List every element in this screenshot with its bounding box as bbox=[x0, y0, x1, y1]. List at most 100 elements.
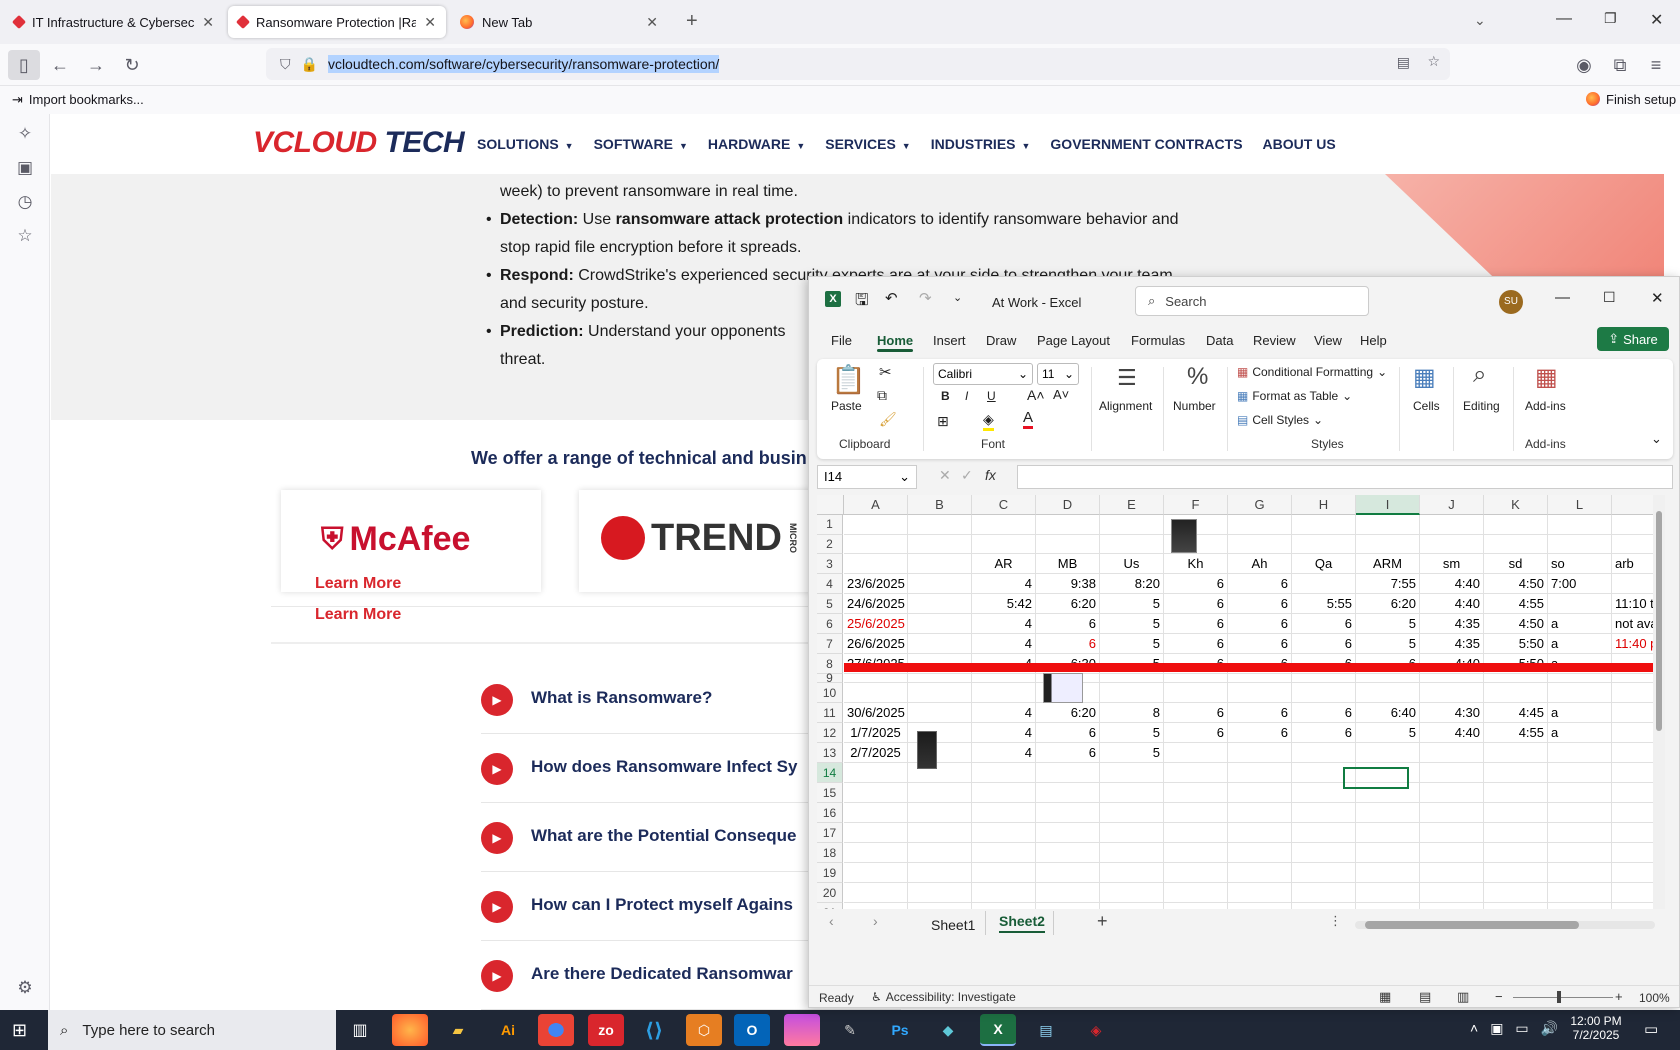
tab-formulas[interactable]: Formulas bbox=[1131, 333, 1185, 348]
cell[interactable]: 5 bbox=[1100, 743, 1164, 763]
app-icon[interactable]: ⬡ bbox=[686, 1014, 722, 1046]
cell[interactable]: 4:55 bbox=[1484, 594, 1548, 614]
cell[interactable] bbox=[1036, 843, 1100, 863]
row-header[interactable]: 6 bbox=[817, 614, 843, 634]
column-header[interactable]: I bbox=[1356, 495, 1420, 515]
add-ins-button[interactable]: Add-ins bbox=[1525, 399, 1566, 413]
cell[interactable] bbox=[1292, 823, 1356, 843]
reload-icon[interactable]: ↻ bbox=[116, 50, 148, 80]
cell[interactable]: 6:40 bbox=[1356, 703, 1420, 723]
zoom-out-icon[interactable]: − bbox=[1495, 989, 1503, 1004]
cell[interactable] bbox=[1356, 883, 1420, 903]
cell[interactable]: 30/6/2025 bbox=[844, 703, 908, 723]
cell[interactable] bbox=[844, 903, 908, 909]
cell[interactable]: 4:40 bbox=[1420, 574, 1484, 594]
row-header[interactable]: 10 bbox=[817, 683, 843, 703]
site-logo[interactable]: VCLOUD TECH bbox=[253, 126, 465, 160]
cell[interactable]: 6 bbox=[1036, 743, 1100, 763]
fill-color-icon[interactable]: ◈ bbox=[983, 411, 994, 431]
cell[interactable] bbox=[1100, 534, 1164, 554]
clock[interactable]: 12:00 PM 7/2/2025 bbox=[1564, 1014, 1628, 1042]
cell[interactable]: AR bbox=[972, 554, 1036, 574]
cell[interactable] bbox=[1356, 823, 1420, 843]
restore-icon[interactable]: ❐ bbox=[1604, 10, 1617, 27]
font-size-select[interactable]: 11 ⌄ bbox=[1037, 363, 1079, 385]
cell[interactable] bbox=[1484, 515, 1548, 535]
cell[interactable] bbox=[1164, 743, 1228, 763]
cell[interactable] bbox=[1164, 783, 1228, 803]
cell[interactable] bbox=[1356, 863, 1420, 883]
cell[interactable]: 4:35 bbox=[1420, 634, 1484, 654]
bookmarks-icon[interactable]: ☆ bbox=[13, 224, 37, 248]
row-header[interactable]: 13 bbox=[817, 743, 843, 763]
cell[interactable]: 8:20 bbox=[1100, 574, 1164, 594]
cell[interactable] bbox=[1228, 515, 1292, 535]
zoho-icon[interactable]: zo bbox=[588, 1014, 624, 1046]
user-avatar[interactable]: SU bbox=[1499, 290, 1523, 314]
italic-button[interactable]: I bbox=[965, 389, 968, 403]
menu-item-industries[interactable]: INDUSTRIES ▼ bbox=[931, 136, 1031, 152]
cell[interactable]: MB bbox=[1036, 554, 1100, 574]
cell[interactable] bbox=[1164, 863, 1228, 883]
cell[interactable] bbox=[1420, 883, 1484, 903]
cell[interactable]: sd bbox=[1484, 554, 1548, 574]
reader-view-icon[interactable]: ▤ bbox=[1397, 54, 1410, 71]
cell[interactable]: Qa bbox=[1292, 554, 1356, 574]
percent-icon[interactable]: % bbox=[1187, 363, 1208, 391]
chrome-icon[interactable] bbox=[538, 1014, 574, 1046]
cell[interactable]: 5:50 bbox=[1484, 634, 1548, 654]
app-icon[interactable]: ◆ bbox=[930, 1014, 966, 1046]
pen-tool-icon[interactable]: ✎ bbox=[832, 1014, 868, 1046]
cell[interactable] bbox=[1484, 763, 1548, 783]
row-header[interactable]: 17 bbox=[817, 823, 843, 843]
tab-help[interactable]: Help bbox=[1360, 333, 1387, 348]
scrollbar-thumb[interactable] bbox=[1656, 511, 1662, 731]
editing-button[interactable]: Editing bbox=[1463, 399, 1500, 413]
tray-chevron-icon[interactable]: ˄ bbox=[1470, 1020, 1478, 1037]
tab-file[interactable]: File bbox=[831, 333, 852, 348]
cell[interactable] bbox=[1292, 903, 1356, 909]
cell[interactable]: 4:40 bbox=[1420, 594, 1484, 614]
cell[interactable] bbox=[972, 674, 1036, 683]
zoom-slider[interactable] bbox=[1513, 997, 1613, 998]
cell[interactable]: sm bbox=[1420, 554, 1484, 574]
cell[interactable]: 5 bbox=[1356, 614, 1420, 634]
bookmark-star-icon[interactable]: ☆ bbox=[1427, 53, 1440, 70]
cell[interactable] bbox=[1100, 783, 1164, 803]
cell[interactable]: a bbox=[1548, 703, 1612, 723]
cell[interactable] bbox=[1036, 783, 1100, 803]
photos-icon[interactable] bbox=[784, 1014, 820, 1046]
cell[interactable] bbox=[1036, 883, 1100, 903]
url-bar[interactable]: ⛉ 🔒 vcloudtech.com/software/cybersecurit… bbox=[266, 48, 1450, 80]
format-as-table-button[interactable]: ▦ Format as Table ⌄ bbox=[1237, 389, 1352, 403]
cell[interactable] bbox=[1036, 763, 1100, 783]
cell[interactable] bbox=[1356, 515, 1420, 535]
browser-tab[interactable]: IT Infrastructure & Cybersecurit ✕ bbox=[4, 6, 224, 38]
cell[interactable] bbox=[1484, 863, 1548, 883]
sidebar-toggle-icon[interactable]: ▯ bbox=[8, 50, 40, 80]
cell[interactable] bbox=[908, 515, 972, 535]
cell[interactable] bbox=[1420, 683, 1484, 703]
cell[interactable] bbox=[844, 534, 908, 554]
cell[interactable] bbox=[1164, 674, 1228, 683]
cell[interactable] bbox=[1100, 803, 1164, 823]
cell[interactable] bbox=[1484, 803, 1548, 823]
cell[interactable]: ARM bbox=[1356, 554, 1420, 574]
cell[interactable] bbox=[1164, 843, 1228, 863]
cell[interactable]: 2/7/2025 bbox=[844, 743, 908, 763]
maximize-icon[interactable]: ☐ bbox=[1603, 289, 1616, 306]
volume-icon[interactable]: 🔊 bbox=[1541, 1020, 1558, 1037]
cell[interactable]: 1/7/2025 bbox=[844, 723, 908, 743]
outlook-icon[interactable]: O bbox=[734, 1014, 770, 1046]
extensions-icon[interactable]: ⧉ bbox=[1604, 50, 1636, 80]
font-color-icon[interactable]: A bbox=[1023, 409, 1034, 429]
cell[interactable] bbox=[1548, 594, 1612, 614]
cell[interactable] bbox=[1228, 903, 1292, 909]
cell[interactable] bbox=[1292, 883, 1356, 903]
cell[interactable] bbox=[1036, 863, 1100, 883]
cell[interactable] bbox=[1548, 823, 1612, 843]
cell[interactable]: 4 bbox=[972, 723, 1036, 743]
menu-hamburger-icon[interactable]: ≡ bbox=[1640, 50, 1672, 80]
undo-icon[interactable]: ↶ bbox=[885, 289, 898, 307]
scrollbar-thumb[interactable] bbox=[1365, 921, 1579, 929]
